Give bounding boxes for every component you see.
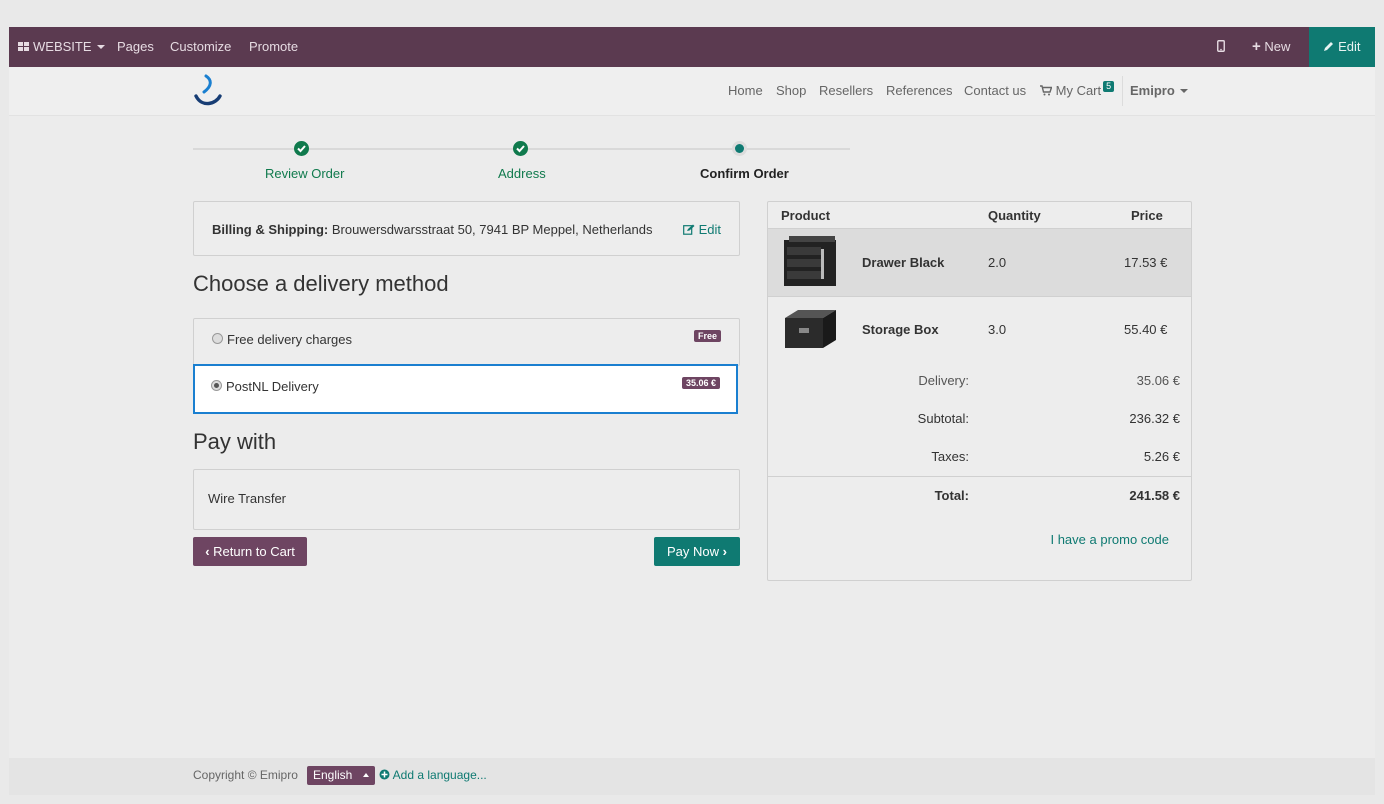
- cart-icon: [1040, 85, 1053, 96]
- chevron-right-icon: ›: [722, 544, 727, 559]
- admin-bar: WEBSITE Pages Customize Promote + New Ed…: [9, 27, 1375, 67]
- promote-menu[interactable]: Promote: [249, 27, 298, 67]
- edit-address-label: Edit: [698, 222, 721, 237]
- header-product: Product: [781, 208, 831, 223]
- nav-resellers[interactable]: Resellers: [819, 67, 873, 115]
- step-address-check-icon: [513, 141, 528, 156]
- step-confirm-order: Confirm Order: [700, 166, 789, 181]
- payment-method-panel[interactable]: Wire Transfer: [193, 469, 740, 530]
- add-language-label: Add a language...: [392, 768, 487, 782]
- add-language-link[interactable]: Add a language...: [379, 768, 487, 782]
- site-logo[interactable]: [192, 74, 222, 108]
- table-row: Storage Box 3.0 55.40 €: [768, 296, 1191, 362]
- chevron-down-icon: [96, 45, 105, 49]
- taxes-value: 5.26 €: [1143, 449, 1180, 464]
- product-price: 17.53 €: [1124, 255, 1168, 270]
- delivery-value: 35.06 €: [1136, 373, 1180, 388]
- order-summary-panel: Product Quantity Price Drawer Black 2.0 …: [767, 201, 1192, 581]
- header-quantity: Quantity: [988, 208, 1041, 223]
- website-menu-label: WEBSITE: [33, 39, 92, 54]
- table-row: Drawer Black 2.0 17.53 €: [768, 228, 1191, 297]
- nav-contact-us[interactable]: Contact us: [964, 67, 1026, 115]
- delivery-option-free[interactable]: Free delivery charges Free: [193, 318, 740, 366]
- plus-circle-icon: [379, 769, 390, 780]
- edit-icon: [683, 224, 695, 235]
- nav-shop[interactable]: Shop: [776, 67, 806, 115]
- mobile-icon: [1217, 40, 1225, 52]
- delivery-label: Delivery:: [918, 373, 969, 388]
- mobile-preview-button[interactable]: [1217, 27, 1225, 67]
- subtotal-label: Subtotal:: [917, 411, 969, 426]
- user-menu[interactable]: Emipro: [1130, 67, 1188, 115]
- delivery-option-free-label: Free delivery charges: [227, 332, 352, 347]
- subtotal-value: 236.32 €: [1129, 411, 1180, 426]
- pencil-icon: [1324, 42, 1334, 51]
- nav-my-cart[interactable]: My Cart 5: [1040, 67, 1115, 115]
- total-label: Total:: [934, 488, 969, 503]
- product-quantity: 3.0: [988, 322, 1007, 337]
- delivery-option-postnl[interactable]: PostNL Delivery 35.06 €: [193, 364, 738, 414]
- new-label: New: [1264, 39, 1291, 54]
- delivery-heading: Choose a delivery method: [193, 271, 449, 296]
- step-address[interactable]: Address: [498, 166, 546, 181]
- radio-postnl[interactable]: [211, 380, 222, 391]
- step-review-order[interactable]: Review Order: [265, 166, 344, 181]
- nav-references[interactable]: References: [886, 67, 952, 115]
- payment-method-label: Wire Transfer: [208, 491, 287, 506]
- footer: Copyright © Emipro English Add a languag…: [9, 758, 1375, 795]
- delivery-option-postnl-row: PostNL Delivery: [211, 379, 319, 394]
- language-label: English: [313, 768, 353, 782]
- language-selector[interactable]: English: [307, 766, 375, 785]
- billing-panel: Billing & Shipping: Brouwersdwarsstraat …: [193, 201, 740, 256]
- cart-label: My Cart: [1055, 83, 1102, 98]
- delivery-option-free-row: Free delivery charges: [212, 332, 352, 347]
- product-quantity: 2.0: [988, 255, 1007, 270]
- storage-box-thumbnail[interactable]: [781, 306, 839, 352]
- free-badge: Free: [693, 330, 721, 342]
- delivery-option-postnl-label: PostNL Delivery: [226, 379, 319, 394]
- edit-button[interactable]: Edit: [1309, 27, 1375, 67]
- return-to-cart-button[interactable]: ‹ Return to Cart: [193, 537, 307, 566]
- step-review-check-icon: [294, 141, 309, 156]
- chevron-up-icon: [362, 773, 369, 777]
- billing-address: Brouwersdwarsstraat 50, 7941 BP Meppel, …: [331, 222, 653, 237]
- pay-heading: Pay with: [193, 429, 277, 454]
- product-price: 55.40 €: [1124, 322, 1168, 337]
- nav-divider: [1122, 76, 1123, 106]
- chevron-down-icon: [1179, 89, 1188, 93]
- pay-now-button[interactable]: Pay Now ›: [654, 537, 740, 566]
- browser-viewport: WEBSITE Pages Customize Promote + New Ed…: [9, 27, 1375, 795]
- billing-label: Billing & Shipping:: [212, 222, 329, 237]
- edit-address-link[interactable]: Edit: [683, 222, 721, 237]
- pages-menu[interactable]: Pages: [117, 27, 154, 67]
- website-menu[interactable]: WEBSITE: [18, 27, 105, 67]
- plus-icon: +: [1252, 38, 1261, 55]
- site-header: Home Shop Resellers References Contact u…: [9, 67, 1375, 116]
- nav-home[interactable]: Home: [728, 67, 763, 115]
- cart-count-badge: 5: [1103, 81, 1115, 92]
- copyright: Copyright © Emipro: [193, 768, 298, 782]
- drawer-black-thumbnail[interactable]: [781, 235, 839, 289]
- pay-now-label: Pay Now: [667, 544, 720, 559]
- taxes-label: Taxes:: [931, 449, 969, 464]
- grid-icon: [18, 42, 29, 51]
- header-price: Price: [1131, 208, 1163, 223]
- return-to-cart-label: Return to Cart: [213, 544, 295, 559]
- postnl-price-badge: 35.06 €: [681, 377, 720, 389]
- chevron-left-icon: ‹: [205, 544, 210, 559]
- user-name: Emipro: [1130, 83, 1175, 98]
- customize-menu[interactable]: Customize: [170, 27, 231, 67]
- radio-free[interactable]: [212, 333, 223, 344]
- product-name[interactable]: Storage Box: [862, 322, 939, 337]
- step-confirm-dot: [732, 141, 747, 156]
- edit-label: Edit: [1338, 39, 1361, 54]
- total-divider: [768, 476, 1191, 477]
- new-button[interactable]: + New: [1252, 27, 1290, 67]
- total-value: 241.58 €: [1129, 488, 1180, 503]
- product-name[interactable]: Drawer Black: [862, 255, 944, 270]
- billing-text: Billing & Shipping: Brouwersdwarsstraat …: [212, 222, 653, 237]
- promo-code-link[interactable]: I have a promo code: [1050, 532, 1169, 547]
